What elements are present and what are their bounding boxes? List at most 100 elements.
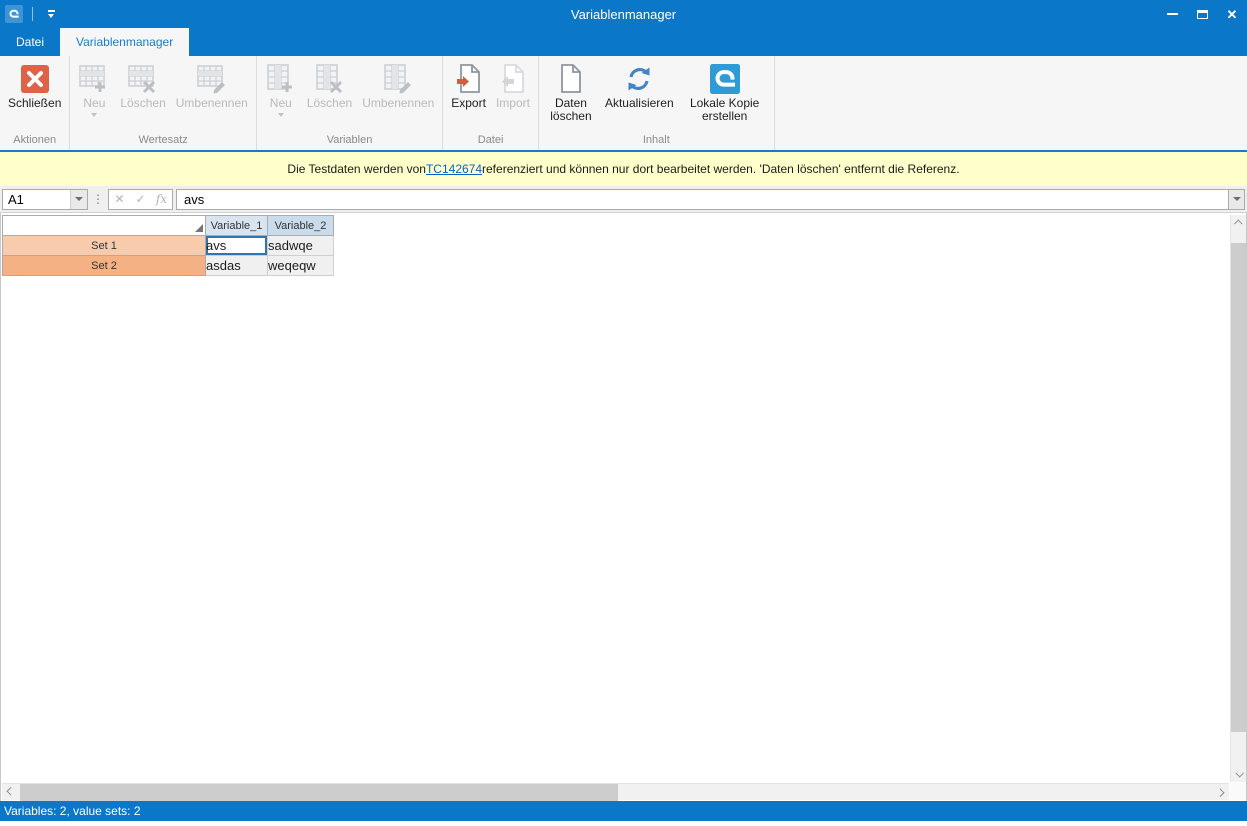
ribbon-group-aktionen: Schließen Aktionen bbox=[0, 56, 70, 150]
title-bar: Variablenmanager ✕ bbox=[0, 0, 1247, 28]
reference-notice-bar: Die Testdaten werden von TC142674 refere… bbox=[0, 152, 1247, 186]
scroll-up-button[interactable] bbox=[1231, 215, 1247, 231]
cell-b1[interactable]: sadwqe bbox=[268, 236, 334, 256]
horizontal-scrollbar-thumb[interactable] bbox=[20, 784, 618, 801]
chevron-left-icon bbox=[6, 787, 14, 795]
schliessen-button[interactable]: Schließen bbox=[3, 59, 66, 132]
ribbon-group-inhalt: Daten löschen Aktualisieren bbox=[539, 56, 775, 150]
import-page-icon bbox=[498, 61, 528, 97]
column-header-variable-1[interactable]: Variable_1 bbox=[206, 216, 268, 236]
chevron-right-icon bbox=[1216, 788, 1224, 796]
dropdown-arrow-icon bbox=[91, 113, 97, 117]
group-label-datei: Datei bbox=[446, 132, 535, 150]
tab-variablenmanager[interactable]: Variablenmanager bbox=[60, 28, 189, 56]
scrollbar-corner bbox=[1230, 783, 1246, 800]
row-header-set-1[interactable]: Set 1 bbox=[3, 236, 206, 256]
chevron-down-icon bbox=[75, 197, 83, 201]
formula-bar-expand-button[interactable] bbox=[1228, 189, 1245, 210]
horizontal-scrollbar[interactable] bbox=[2, 783, 1229, 800]
table-column-delete-icon bbox=[314, 61, 346, 97]
window-title: Variablenmanager bbox=[571, 7, 676, 22]
chevron-down-icon bbox=[1235, 769, 1243, 777]
formula-buttons: ✕ ✓ fx bbox=[108, 189, 173, 210]
select-all-corner[interactable] bbox=[3, 216, 206, 236]
wertesatz-umbenennen-button[interactable]: Umbenennen bbox=[171, 59, 253, 132]
chevron-up-icon bbox=[1234, 219, 1242, 227]
cancel-entry-button[interactable]: ✕ bbox=[109, 192, 130, 206]
cell-b2[interactable]: weqeqw bbox=[268, 256, 334, 276]
table-row-rename-icon bbox=[196, 61, 228, 97]
ribbon: Schließen Aktionen Neu bbox=[0, 56, 1247, 152]
notice-text-after: referenziert und können nur dort bearbei… bbox=[482, 162, 960, 176]
worksheet-area: Variable_1 Variable_2 Set 1 avs sadwqe S… bbox=[0, 213, 1247, 801]
app-logo-blue-icon bbox=[710, 61, 740, 97]
export-button[interactable]: Export bbox=[446, 59, 491, 132]
minimize-button[interactable] bbox=[1157, 0, 1187, 28]
formula-bar-grip-icon[interactable]: ⋮ bbox=[88, 192, 108, 206]
wertesatz-loeschen-button[interactable]: Löschen bbox=[115, 59, 170, 132]
lokale-kopie-erstellen-button[interactable]: Lokale Kopie erstellen bbox=[679, 59, 771, 132]
group-label-inhalt: Inhalt bbox=[542, 132, 771, 150]
group-label-variablen: Variablen bbox=[260, 132, 439, 150]
variablen-umbenennen-button[interactable]: Umbenennen bbox=[357, 59, 439, 132]
maximize-button[interactable] bbox=[1187, 0, 1217, 28]
variablen-neu-button[interactable]: Neu bbox=[260, 59, 302, 132]
close-button[interactable]: ✕ bbox=[1217, 0, 1247, 28]
import-button[interactable]: Import bbox=[491, 59, 535, 132]
name-box-dropdown-button[interactable] bbox=[70, 190, 87, 209]
vertical-scrollbar[interactable] bbox=[1230, 215, 1246, 782]
variablen-loeschen-button[interactable]: Löschen bbox=[302, 59, 357, 132]
vertical-scrollbar-thumb[interactable] bbox=[1231, 243, 1247, 732]
table-column-rename-icon bbox=[382, 61, 414, 97]
variables-grid: Variable_1 Variable_2 Set 1 avs sadwqe S… bbox=[2, 215, 334, 276]
formula-input[interactable] bbox=[177, 190, 1228, 209]
ribbon-tab-row: Datei Variablenmanager bbox=[0, 28, 1247, 56]
daten-loeschen-button[interactable]: Daten löschen bbox=[542, 59, 600, 132]
app-window: Variablenmanager ✕ Datei Variablenmanage… bbox=[0, 0, 1247, 826]
minimize-icon bbox=[1167, 13, 1178, 15]
confirm-entry-button[interactable]: ✓ bbox=[130, 192, 151, 206]
notice-text-before: Die Testdaten werden von bbox=[287, 162, 426, 176]
cell-reference-input[interactable] bbox=[3, 192, 70, 207]
chevron-down-icon bbox=[1233, 197, 1241, 201]
group-label-wertesatz: Wertesatz bbox=[73, 132, 252, 150]
table-row-delete-icon bbox=[127, 61, 159, 97]
scroll-left-button[interactable] bbox=[2, 784, 18, 800]
bottom-strip bbox=[0, 821, 1247, 826]
close-icon: ✕ bbox=[1227, 8, 1238, 21]
worksheet: Variable_1 Variable_2 Set 1 avs sadwqe S… bbox=[2, 215, 1229, 782]
dropdown-arrow-icon bbox=[278, 113, 284, 117]
quick-access-dropdown-icon[interactable] bbox=[41, 10, 61, 18]
status-bar: Variables: 2, value sets: 2 bbox=[0, 801, 1247, 821]
cell-a2[interactable]: asdas bbox=[206, 256, 268, 276]
scroll-right-button[interactable] bbox=[1213, 784, 1229, 800]
table-row: Set 2 asdas weqeqw bbox=[3, 256, 334, 276]
table-column-add-icon bbox=[265, 61, 297, 97]
status-text: Variables: 2, value sets: 2 bbox=[4, 804, 141, 818]
tab-datei[interactable]: Datei bbox=[0, 28, 60, 56]
close-red-icon bbox=[20, 61, 50, 97]
maximize-icon bbox=[1197, 10, 1208, 19]
aktualisieren-button[interactable]: Aktualisieren bbox=[600, 59, 679, 132]
header-row: Variable_1 Variable_2 bbox=[3, 216, 334, 236]
testcase-link[interactable]: TC142674 bbox=[426, 162, 482, 176]
column-header-variable-2[interactable]: Variable_2 bbox=[268, 216, 334, 236]
wertesatz-neu-button[interactable]: Neu bbox=[73, 59, 115, 132]
scroll-down-button[interactable] bbox=[1231, 766, 1247, 782]
formula-input-wrap bbox=[176, 189, 1228, 210]
blank-page-icon bbox=[558, 61, 584, 97]
insert-function-button[interactable]: fx bbox=[151, 192, 172, 206]
table-row: Set 1 avs sadwqe bbox=[3, 236, 334, 256]
cell-a1-selected[interactable]: avs bbox=[206, 236, 268, 256]
titlebar-separator bbox=[32, 7, 33, 21]
app-logo-icon[interactable] bbox=[5, 5, 23, 23]
group-label-aktionen: Aktionen bbox=[3, 132, 66, 150]
export-page-icon bbox=[454, 61, 484, 97]
row-header-set-2[interactable]: Set 2 bbox=[3, 256, 206, 276]
table-row-add-icon bbox=[78, 61, 110, 97]
formula-bar: ⋮ ✕ ✓ fx bbox=[0, 186, 1247, 213]
select-all-triangle-icon bbox=[195, 224, 203, 232]
refresh-icon bbox=[624, 61, 654, 97]
ribbon-group-wertesatz: Neu Löschen bbox=[70, 56, 256, 150]
ribbon-group-datei: Export Import Datei bbox=[443, 56, 539, 150]
